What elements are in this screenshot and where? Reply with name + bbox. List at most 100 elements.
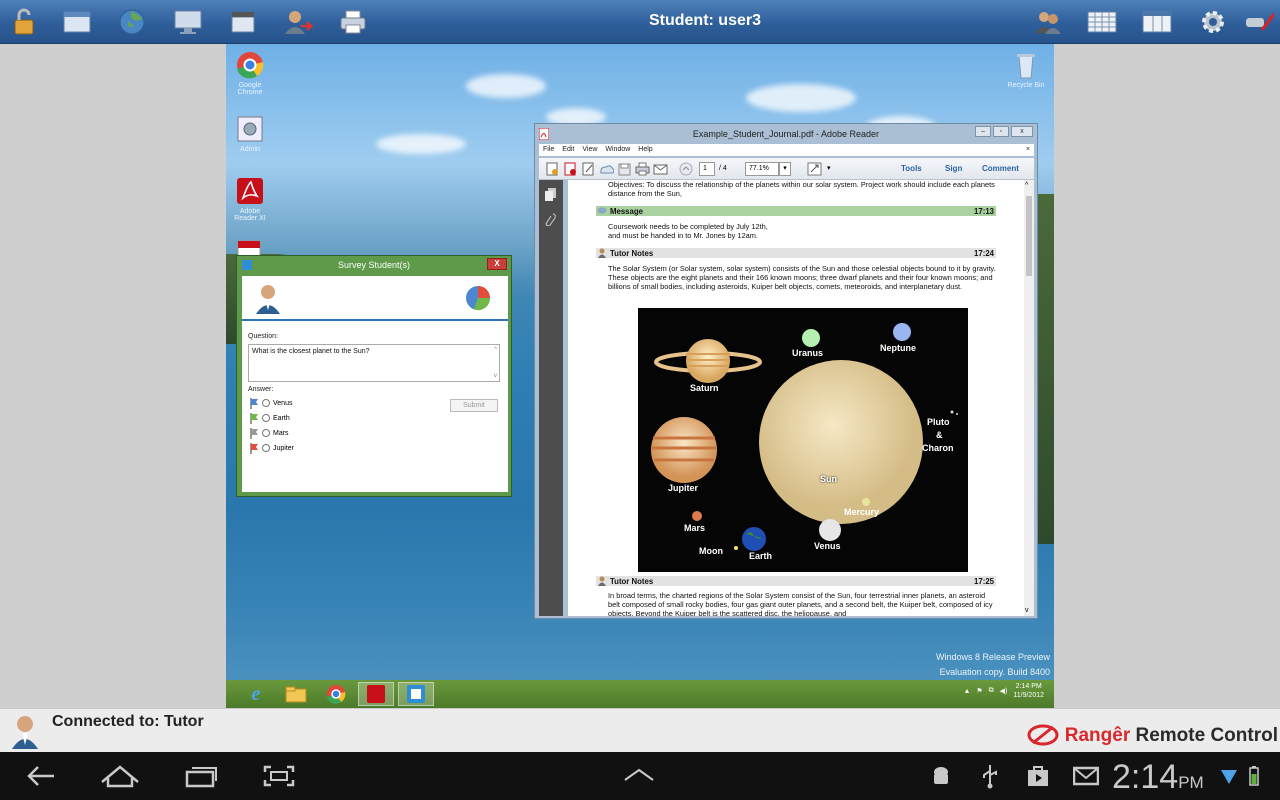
jupiter-label: Jupiter [668,483,699,493]
flag-red-icon [250,442,258,454]
earth-label: Earth [749,551,773,561]
battery-icon[interactable] [1244,761,1264,791]
tutor-notes-header: Tutor Notes 17:24 [596,248,996,258]
monitor-icon[interactable] [172,6,204,38]
menu-window[interactable]: Window [605,144,630,156]
adobe-reader-shortcut[interactable]: Adobe Reader XI [228,176,272,222]
menu-edit[interactable]: Edit [562,144,574,156]
navigation-pane [539,180,563,616]
menu-view[interactable]: View [582,144,597,156]
window-icon[interactable] [61,6,93,38]
window-close-button[interactable]: x [1011,126,1033,137]
chrome-icon [235,50,265,80]
store-bag-icon[interactable] [1020,761,1056,791]
scroll-down-icon[interactable]: v [494,373,497,379]
email-icon[interactable] [653,162,668,176]
tray-expand-icon[interactable]: ▲ [963,688,970,695]
ranger-app-icon [407,685,425,703]
question-field[interactable]: What is the closest planet to the Sun? ^… [248,344,500,382]
radio-button[interactable] [262,429,270,437]
printer-icon[interactable] [337,6,369,38]
clapboard-icon[interactable] [227,6,259,38]
print-icon[interactable] [635,162,650,176]
ampersand-label: & [936,430,943,440]
student-avatar-icon [256,285,280,314]
scroll-up-icon[interactable]: ^ [494,347,497,353]
gear-icon[interactable] [1197,6,1229,38]
close-button[interactable]: X [487,258,507,270]
back-button[interactable] [20,761,60,791]
flag-icon[interactable]: ⚑ [976,687,982,695]
recent-apps-icon [185,767,217,788]
student-title: Student: user3 [648,12,761,29]
maximize-button[interactable]: ▫ [993,126,1009,137]
sign-pane-button[interactable]: Sign [945,164,962,173]
taskbar-ranger[interactable] [398,682,434,706]
taskbar-adobe-reader[interactable] [358,682,394,706]
survey-titlebar[interactable]: Survey Student(s) X [237,256,511,274]
unlock-icon[interactable] [8,6,40,38]
taskbar-chrome[interactable] [318,682,354,706]
system-clock[interactable]: 2:14 PM 11/9/2012 [1013,682,1044,700]
scroll-down-icon[interactable]: v [1025,607,1029,614]
page-up-icon[interactable] [679,162,694,176]
pdf-document-icon[interactable] [563,162,578,176]
cloud-upload-icon[interactable] [599,162,614,176]
submit-button[interactable]: Submit [450,399,498,412]
reader-titlebar[interactable]: Example_Student_Journal.pdf - Adobe Read… [535,124,1037,144]
scroll-thumb[interactable] [1026,196,1032,276]
pdf-page[interactable]: Objectives: To discuss the relationship … [568,180,1024,616]
radio-button[interactable] [262,444,270,452]
grid-view-icon[interactable] [1086,6,1118,38]
tools-pane-button[interactable]: Tools [901,164,922,173]
reader-scrollbar[interactable]: ^ v [1024,180,1034,616]
chrome-shortcut[interactable]: Google Chrome [228,50,272,96]
zoom-dropdown[interactable]: ▾ [779,162,791,176]
screen: Student: user3 Google Chrome Admin Adobe… [0,0,1280,800]
more-tools-icon[interactable]: ▾ [827,164,831,172]
zoom-field[interactable]: 77.1% [745,162,779,176]
home-button[interactable] [100,761,140,791]
minimize-button[interactable]: – [975,126,991,137]
moon-label: Moon [699,546,723,556]
fit-page-icon[interactable] [807,162,822,176]
usb-icon[interactable] [972,761,1008,791]
disconnect-icon[interactable] [1242,6,1274,38]
jupiter-icon [651,417,717,483]
folder-icon [285,686,307,703]
edit-document-icon[interactable] [581,162,596,176]
venus-label: Venus [814,541,841,551]
volume-icon[interactable]: ◀) [1000,687,1008,695]
answer-option[interactable]: Venus [250,397,292,409]
save-icon[interactable] [617,162,632,176]
taskbar-explorer[interactable] [278,682,314,706]
mail-icon[interactable] [1068,761,1104,791]
network-icon[interactable]: ⧉ [989,687,994,695]
screenshot-button[interactable] [259,761,299,791]
pages-icon[interactable] [545,188,557,202]
users-icon[interactable] [1032,6,1064,38]
taskbar-ie[interactable]: e [238,682,274,706]
radio-button[interactable] [262,414,270,422]
answer-option[interactable]: Mars [250,427,289,439]
columns-view-icon[interactable] [1141,6,1173,38]
globe-icon[interactable] [116,6,148,38]
scroll-up-icon[interactable]: ^ [1025,182,1028,189]
answer-option[interactable]: Earth [250,412,290,424]
answer-option[interactable]: Jupiter [250,442,294,454]
menu-file[interactable]: File [543,144,554,156]
attachments-icon[interactable] [545,212,557,226]
comment-pane-button[interactable]: Comment [982,164,1019,173]
admin-shortcut[interactable]: Admin [228,114,272,153]
menu-up-button[interactable] [619,761,659,791]
menu-help[interactable]: Help [638,144,652,156]
android-debug-icon[interactable] [923,761,959,791]
create-pdf-icon[interactable] [545,162,560,176]
radio-button[interactable] [262,399,270,407]
recycle-bin-shortcut[interactable]: Recycle Bin [1004,50,1048,89]
menu-close-icon[interactable]: × [1026,144,1030,156]
page-number-input[interactable]: 1 [699,162,715,176]
recent-apps-button[interactable] [181,761,221,791]
wifi-icon[interactable] [1218,761,1240,791]
user-remove-icon[interactable] [282,6,314,38]
